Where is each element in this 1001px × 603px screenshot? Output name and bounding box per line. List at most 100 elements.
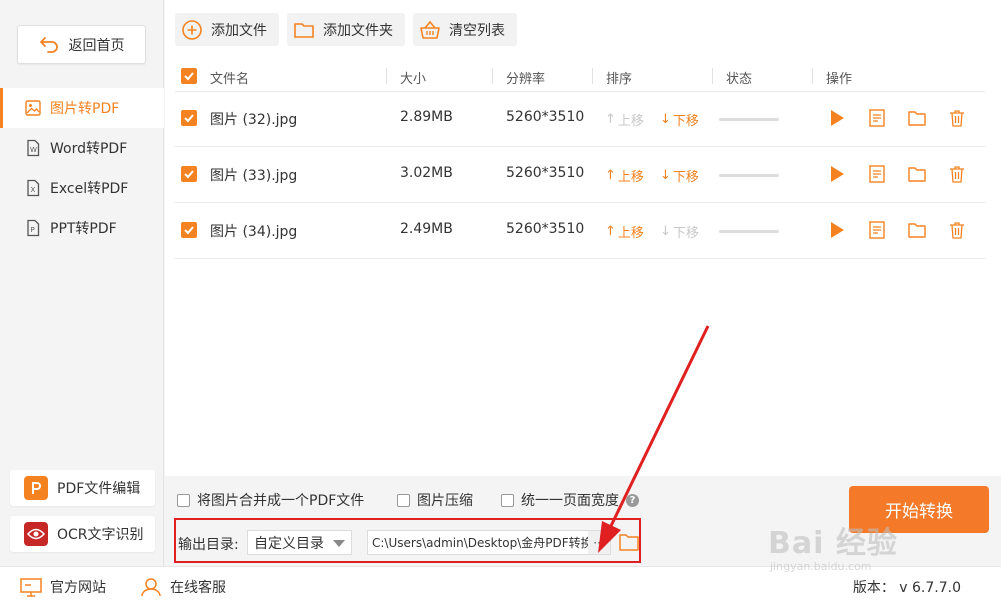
open-folder-icon[interactable]	[619, 533, 639, 551]
file-resolution: 5260*3510	[506, 109, 585, 125]
check-icon	[184, 170, 194, 179]
move-down-label: 下移	[672, 170, 699, 185]
play-icon[interactable]	[827, 164, 847, 184]
header-divider	[812, 68, 813, 84]
move-down-button[interactable]: ↓ 下移	[660, 110, 699, 129]
plus-circle-icon	[182, 19, 202, 40]
folder-icon	[294, 22, 314, 38]
header-filename: 文件名	[210, 72, 250, 87]
header-divider	[592, 68, 593, 84]
help-icon[interactable]: ?	[626, 493, 639, 507]
merge-checkbox[interactable]	[177, 493, 190, 507]
header-size: 大小	[400, 72, 427, 87]
play-icon[interactable]	[827, 220, 847, 240]
compress-checkbox[interactable]	[397, 493, 410, 507]
file-name: 图片 (32).jpg	[210, 112, 298, 128]
sidebar-item-image-to-pdf[interactable]: 图片转PDF	[0, 88, 164, 128]
ocr-button[interactable]: OCR文字识别	[10, 516, 155, 552]
file-resolution: 5260*3510	[506, 221, 585, 237]
down-arrow-icon: ↓	[660, 224, 671, 239]
folder-icon[interactable]	[907, 108, 927, 128]
sidebar-item-word-to-pdf[interactable]: W Word转PDF	[0, 128, 164, 168]
browse-path-button[interactable]: ···	[588, 531, 610, 554]
output-path-field[interactable]: C:\Users\admin\Desktop\金舟PDF转换 ···	[367, 530, 611, 555]
file-size: 2.49MB	[400, 221, 453, 237]
play-icon[interactable]	[827, 108, 847, 128]
user-support-icon	[141, 578, 161, 597]
table-row: 图片 (34).jpg 2.49MB 5260*3510 ↑ 上移 ↓ 下移	[175, 203, 985, 259]
watermark-main: Bai 经验	[768, 526, 898, 561]
progress-bar	[719, 118, 779, 121]
progress-bar	[719, 174, 779, 177]
add-file-button[interactable]: 添加文件	[175, 13, 279, 46]
pdf-edit-icon	[24, 476, 48, 500]
word-doc-icon: W	[27, 139, 40, 157]
row-checkbox[interactable]	[181, 110, 197, 126]
image-icon	[25, 100, 41, 116]
back-arrow-icon	[39, 36, 58, 53]
header-resolution: 分辨率	[506, 72, 546, 87]
down-arrow-icon: ↓	[660, 168, 671, 183]
version-label: 版本： v 6.7.7.0	[852, 580, 961, 596]
select-all-checkbox[interactable]	[181, 68, 197, 84]
output-mode-select[interactable]: 自定义目录	[247, 530, 352, 555]
file-name: 图片 (34).jpg	[210, 224, 298, 240]
uniform-width-option[interactable]: 统一一页面宽度 ?	[501, 490, 639, 510]
document-icon[interactable]	[867, 108, 887, 128]
move-up-button[interactable]: ↑ 上移	[605, 110, 644, 129]
move-up-button[interactable]: ↑ 上移	[605, 222, 644, 241]
move-down-button[interactable]: ↓ 下移	[660, 166, 699, 185]
sidebar-item-excel-to-pdf[interactable]: X Excel转PDF	[0, 168, 164, 208]
check-icon	[184, 72, 194, 81]
add-folder-button[interactable]: 添加文件夹	[287, 13, 405, 46]
output-directory-label: 输出目录:	[178, 537, 239, 553]
online-support-link[interactable]: 在线客服	[140, 577, 226, 597]
uniform-width-checkbox[interactable]	[501, 493, 514, 507]
ocr-label: OCR文字识别	[57, 527, 144, 543]
file-size: 2.89MB	[400, 109, 453, 125]
sidebar-item-label: PPT转PDF	[50, 221, 117, 237]
document-icon[interactable]	[867, 164, 887, 184]
table-row: 图片 (32).jpg 2.89MB 5260*3510 ↑ 上移 ↓ 下移	[175, 91, 985, 147]
file-name: 图片 (33).jpg	[210, 168, 298, 184]
header-status: 状态	[726, 72, 753, 87]
sidebar-item-ppt-to-pdf[interactable]: P PPT转PDF	[0, 208, 164, 248]
file-resolution: 5260*3510	[506, 165, 585, 181]
move-up-button[interactable]: ↑ 上移	[605, 166, 644, 185]
compress-option[interactable]: 图片压缩	[397, 490, 473, 510]
move-down-button[interactable]: ↓ 下移	[660, 222, 699, 241]
check-icon	[184, 226, 194, 235]
trash-icon[interactable]	[947, 220, 967, 240]
move-up-label: 上移	[617, 114, 644, 129]
merge-option[interactable]: 将图片合并成一个PDF文件	[177, 490, 364, 510]
uniform-width-label: 统一一页面宽度	[521, 493, 619, 509]
trash-icon[interactable]	[947, 108, 967, 128]
compress-label: 图片压缩	[417, 493, 473, 509]
pdf-edit-button[interactable]: PDF文件编辑	[10, 470, 155, 506]
svg-text:P: P	[31, 226, 35, 234]
row-checkbox[interactable]	[181, 166, 197, 182]
file-size: 3.02MB	[400, 165, 453, 181]
clear-list-button[interactable]: 清空列表	[413, 13, 517, 46]
header-sort: 排序	[606, 72, 633, 87]
header-divider	[492, 68, 493, 84]
row-checkbox[interactable]	[181, 222, 197, 238]
svg-text:X: X	[31, 186, 36, 194]
merge-label: 将图片合并成一个PDF文件	[197, 493, 365, 509]
trash-icon[interactable]	[947, 164, 967, 184]
ocr-eye-icon	[24, 522, 48, 546]
sidebar: 返回首页 图片转PDF W Word转PDF X Excel转PDF P PPT…	[0, 0, 164, 566]
pdf-edit-label: PDF文件编辑	[57, 481, 141, 497]
down-arrow-icon: ↓	[660, 112, 671, 127]
document-icon[interactable]	[867, 220, 887, 240]
header-actions: 操作	[826, 72, 853, 87]
header-divider	[712, 68, 713, 84]
sidebar-nav: 图片转PDF W Word转PDF X Excel转PDF P PPT转PDF	[0, 88, 164, 248]
folder-icon[interactable]	[907, 164, 927, 184]
official-website-link[interactable]: 官方网站	[20, 577, 106, 597]
back-home-button[interactable]: 返回首页	[17, 25, 146, 64]
clear-list-label: 清空列表	[449, 22, 505, 39]
folder-icon[interactable]	[907, 220, 927, 240]
official-website-label: 官方网站	[50, 580, 106, 596]
add-file-label: 添加文件	[211, 22, 267, 39]
